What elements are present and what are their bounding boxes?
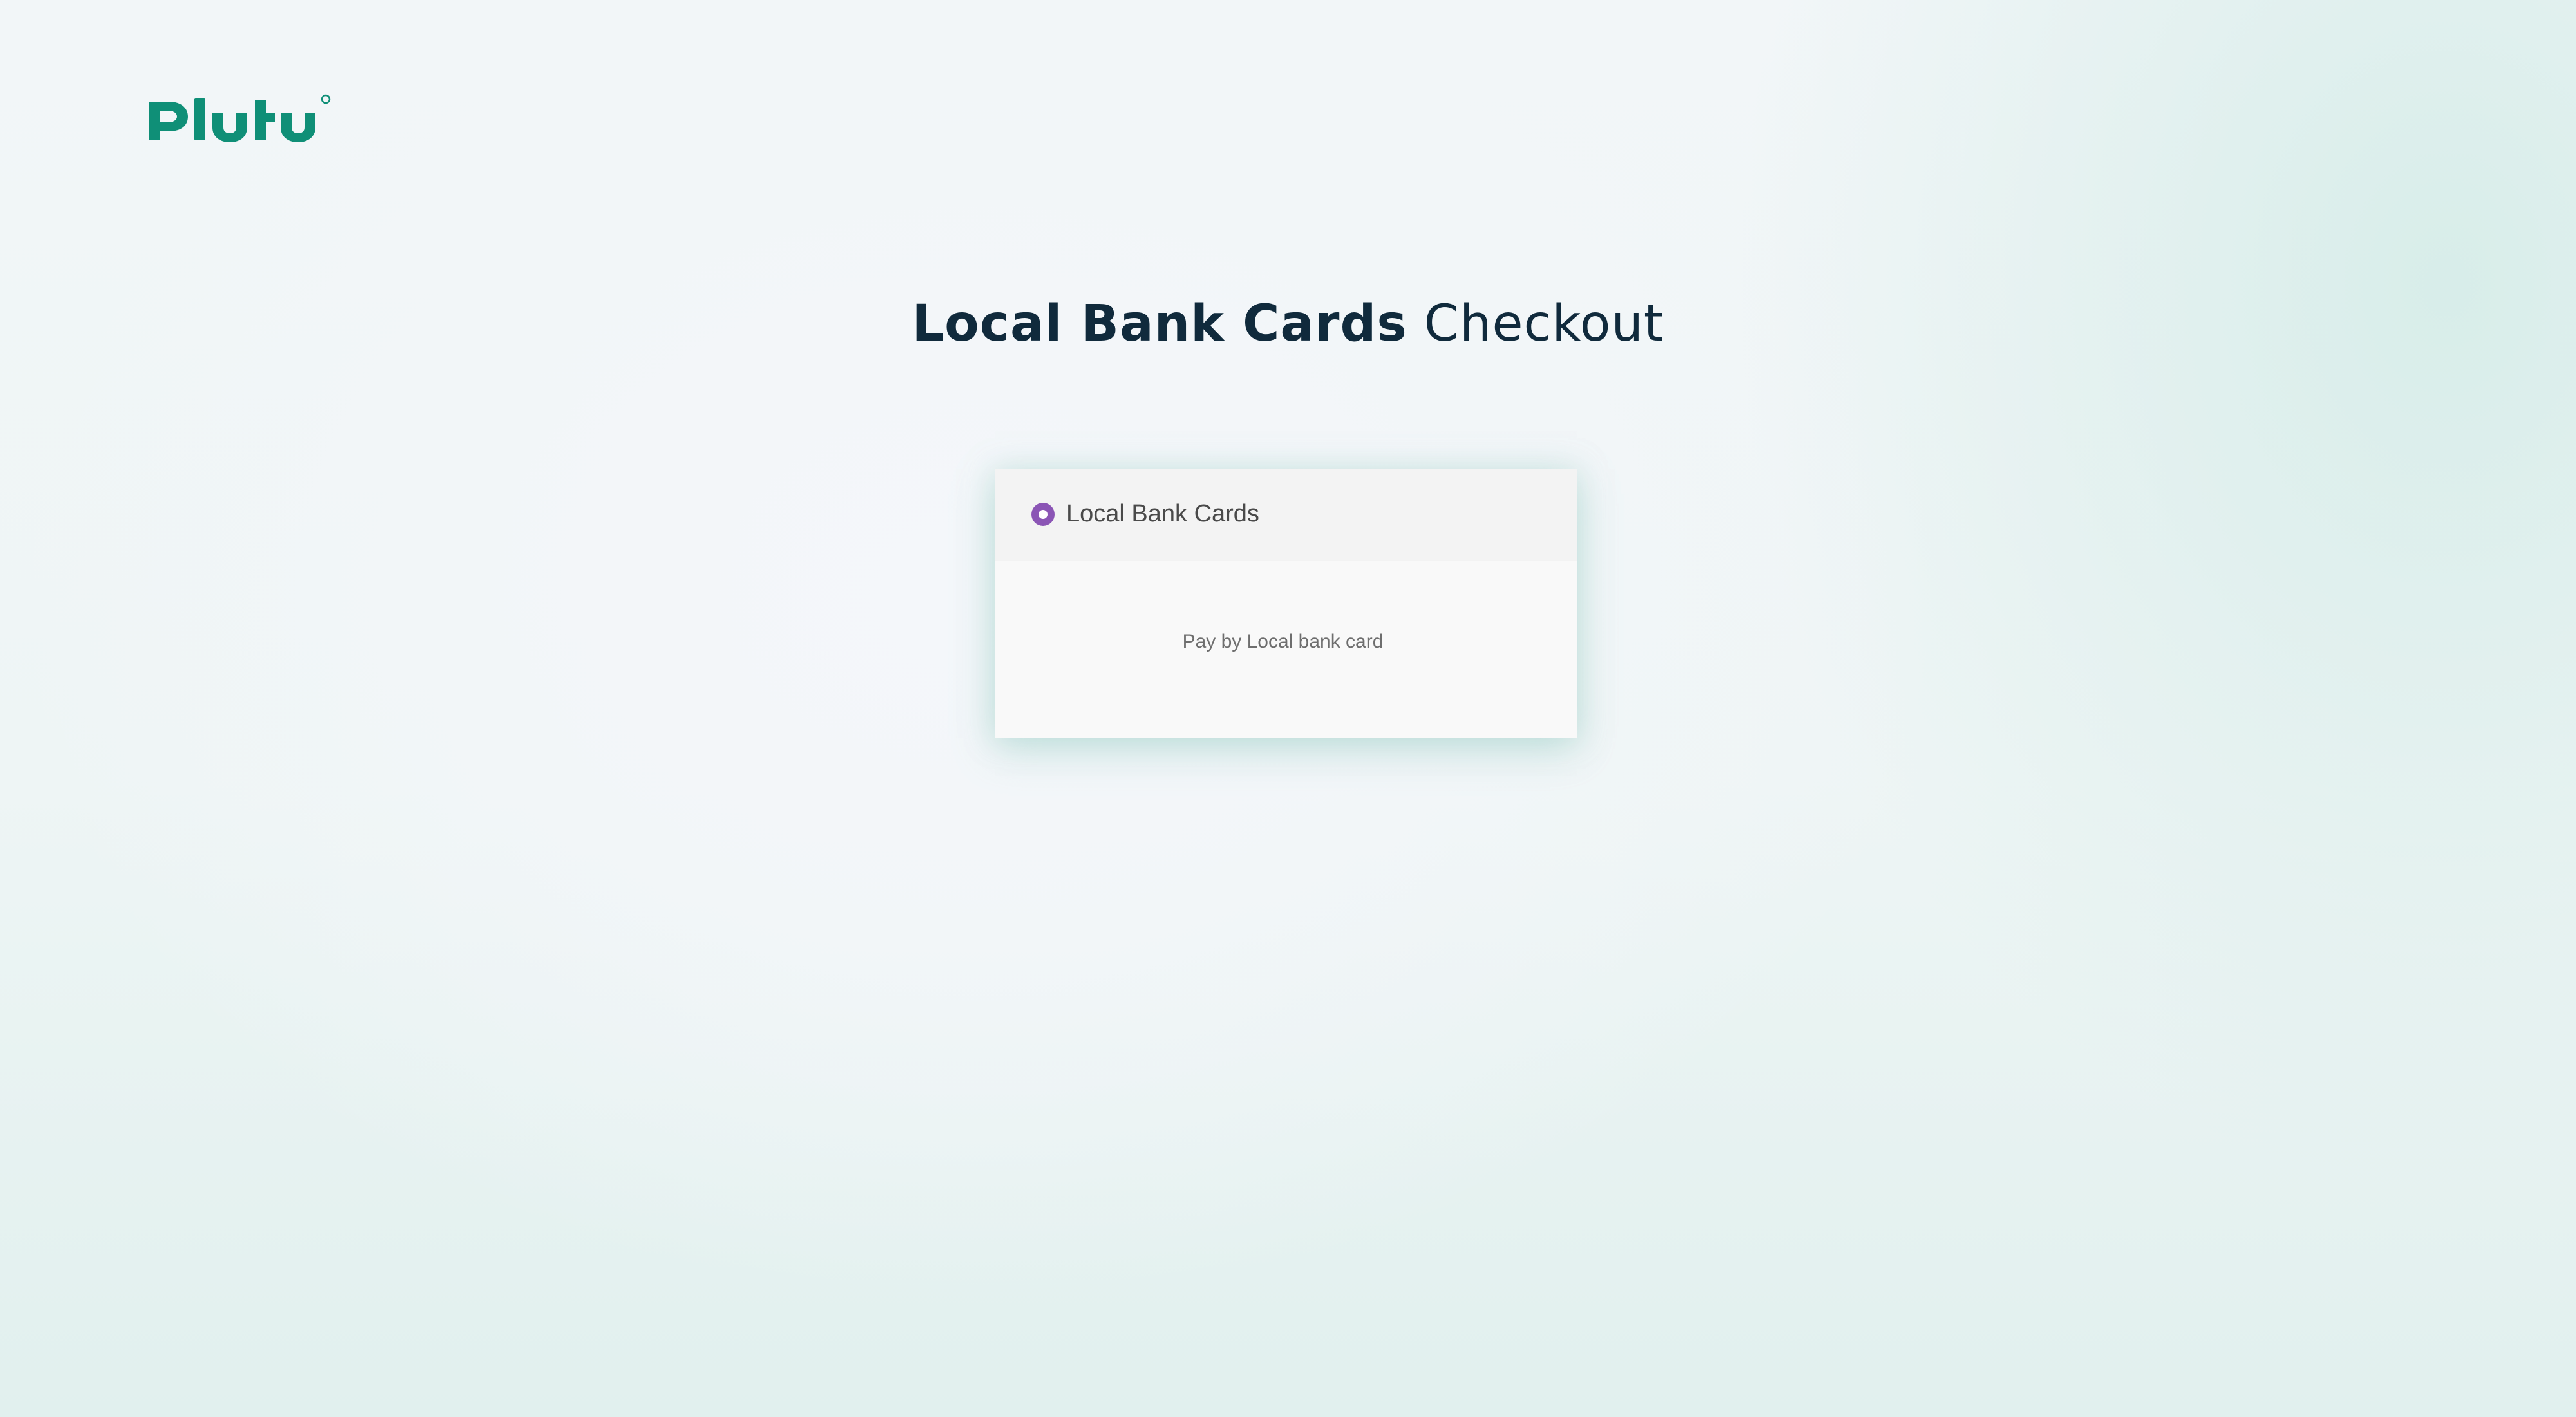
payment-method-details: Pay by Local bank card <box>995 561 1577 738</box>
page-title: Local Bank Cards Checkout <box>0 288 2576 359</box>
payment-method-card: Local Bank Cards Pay by Local bank card <box>995 469 1577 738</box>
payment-method-description: Pay by Local bank card <box>1182 631 1384 652</box>
payment-method-option-local-bank-cards[interactable]: Local Bank Cards <box>995 469 1577 561</box>
payment-method-label: Local Bank Cards <box>1066 500 1259 527</box>
plutu-logo <box>148 90 348 155</box>
page-title-light: Checkout <box>1424 295 1664 353</box>
page-title-strong: Local Bank Cards <box>912 295 1407 353</box>
selected-radio-icon[interactable] <box>1031 503 1055 526</box>
